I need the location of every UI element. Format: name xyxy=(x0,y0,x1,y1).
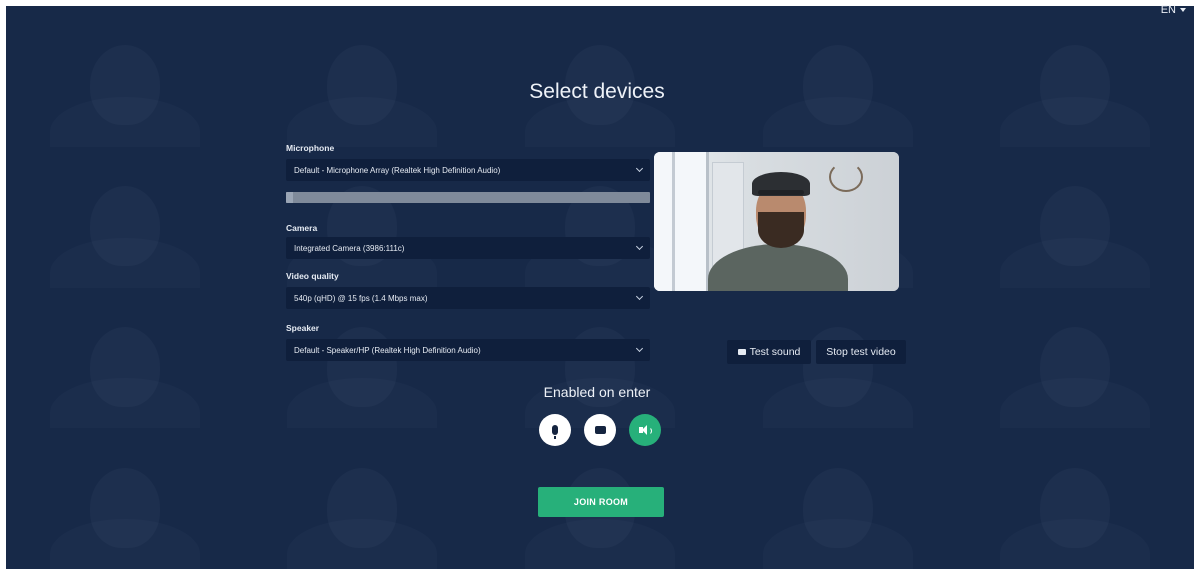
stop-test-video-button[interactable]: Stop test video xyxy=(816,340,906,364)
toggle-camera-on-enter[interactable] xyxy=(584,414,616,446)
page-title: Select devices xyxy=(529,80,665,103)
preview-window-frame xyxy=(672,152,675,291)
chevron-down-icon xyxy=(635,292,644,301)
camera-select-value: Integrated Camera (3986:111c) xyxy=(294,243,405,253)
microphone-label: Microphone xyxy=(286,143,335,153)
toggle-microphone-on-enter[interactable] xyxy=(539,414,571,446)
camera-select[interactable]: Integrated Camera (3986:111c) xyxy=(286,237,650,259)
microphone-level-meter xyxy=(286,192,650,203)
join-room-button[interactable]: JOIN ROOM xyxy=(538,487,664,517)
preview-person-beard xyxy=(758,212,804,248)
speaker-icon xyxy=(737,349,746,355)
microphone-select[interactable]: Default - Microphone Array (Realtek High… xyxy=(286,159,650,181)
video-quality-label: Video quality xyxy=(286,271,339,281)
speaker-icon xyxy=(639,424,652,436)
camera-preview xyxy=(654,152,899,291)
speaker-select[interactable]: Default - Speaker/HP (Realtek High Defin… xyxy=(286,339,650,361)
chevron-down-icon xyxy=(1180,8,1186,12)
language-label: EN xyxy=(1160,4,1176,16)
camera-icon xyxy=(594,426,606,434)
chevron-down-icon xyxy=(635,344,644,353)
test-sound-label: Test sound xyxy=(749,346,801,358)
chevron-down-icon xyxy=(635,242,644,251)
camera-label: Camera xyxy=(286,223,318,233)
stop-test-video-label: Stop test video xyxy=(826,346,896,358)
microphone-icon xyxy=(552,425,558,439)
video-quality-select-value: 540p (qHD) @ 15 fps (1.4 Mbps max) xyxy=(294,293,428,303)
chevron-down-icon xyxy=(635,164,644,173)
preview-window xyxy=(654,152,709,291)
preview-person-cap-brim xyxy=(758,190,804,195)
video-quality-select[interactable]: 540p (qHD) @ 15 fps (1.4 Mbps max) xyxy=(286,287,650,309)
speaker-select-value: Default - Speaker/HP (Realtek High Defin… xyxy=(294,345,481,355)
preview-lamp xyxy=(829,162,863,192)
speaker-label: Speaker xyxy=(286,323,320,333)
language-selector[interactable]: EN xyxy=(1161,4,1186,16)
enabled-on-enter-title: Enabled on enter xyxy=(543,384,651,400)
microphone-level-fill xyxy=(286,192,294,203)
toggle-speaker-on-enter[interactable] xyxy=(629,414,661,446)
test-sound-button[interactable]: Test sound xyxy=(727,340,811,364)
microphone-select-value: Default - Microphone Array (Realtek High… xyxy=(294,165,501,175)
